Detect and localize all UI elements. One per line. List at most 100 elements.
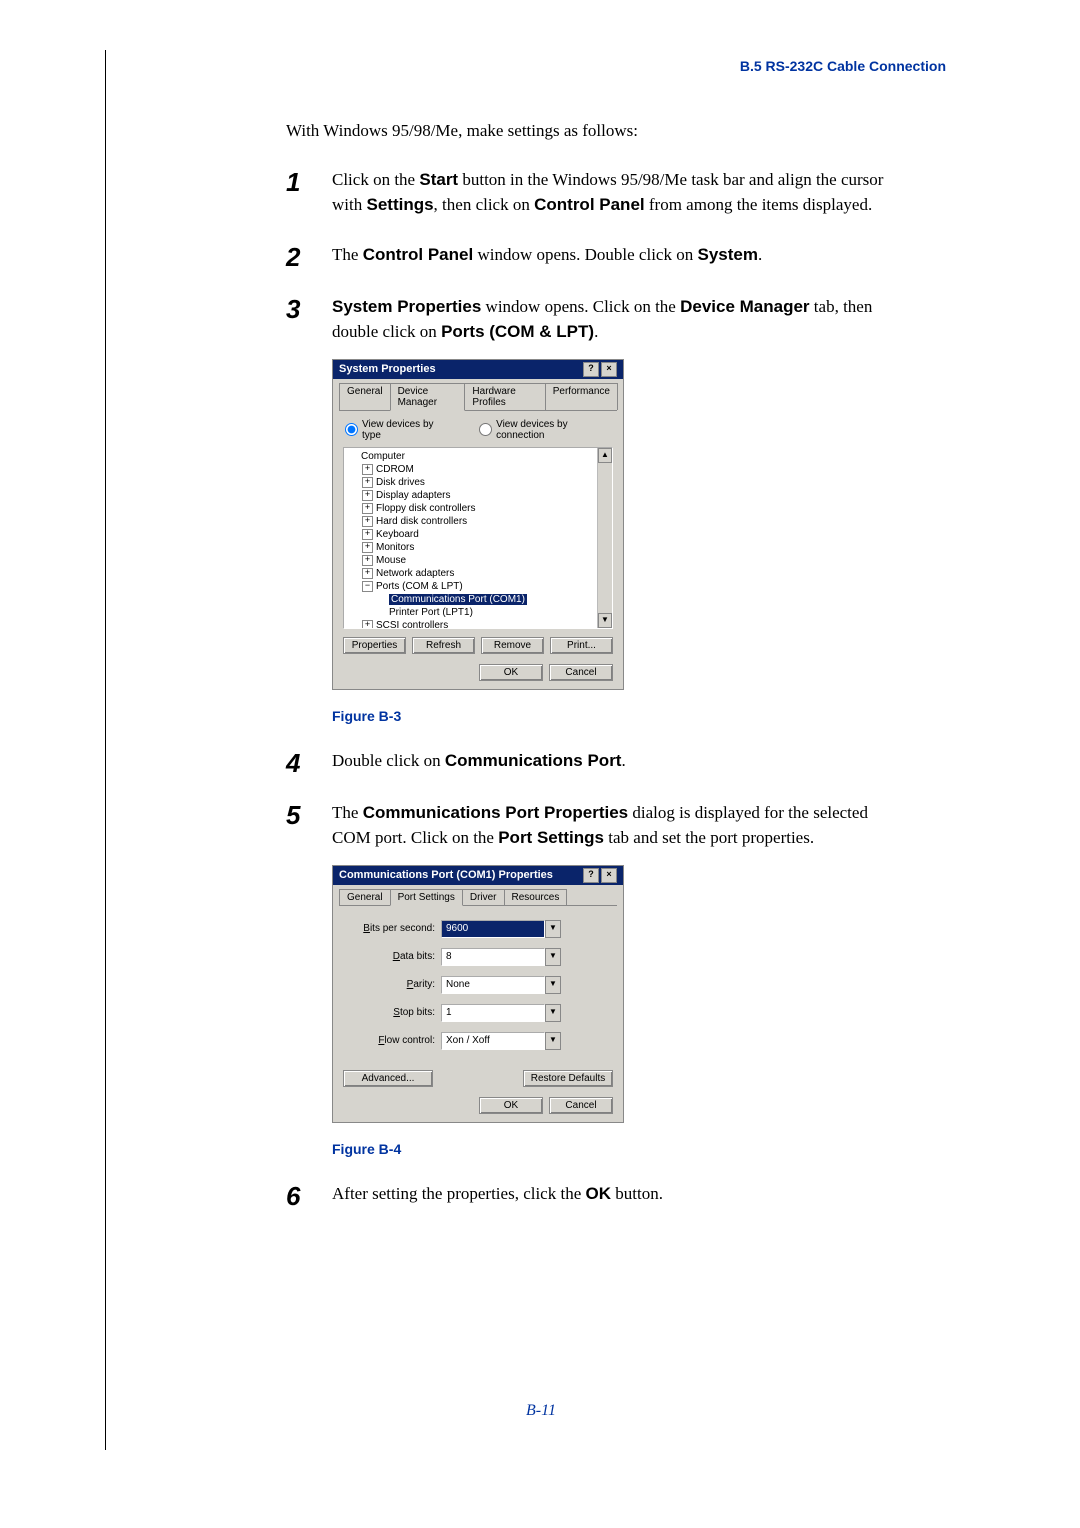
close-icon[interactable]: × <box>601 868 617 883</box>
text: . <box>594 322 598 341</box>
bold: Device Manager <box>680 297 809 316</box>
tree-item-ports[interactable]: Ports (COM & LPT) <box>376 581 463 592</box>
system-properties-dialog: System Properties ? × General Device Man… <box>332 359 624 690</box>
chevron-down-icon[interactable]: ▼ <box>545 1032 561 1050</box>
field-flow-control: Flow control: Xon / Xoff ▼ <box>343 1032 613 1050</box>
button-row: Properties Refresh Remove Print... <box>343 637 613 654</box>
bold: Communications Port <box>445 751 622 770</box>
figure-caption-b4: Figure B-4 <box>332 1141 976 1157</box>
field-label: Parity: <box>343 979 441 990</box>
tree-item[interactable]: Floppy disk controllers <box>376 503 475 514</box>
close-icon[interactable]: × <box>601 362 617 377</box>
scroll-down-icon[interactable]: ▼ <box>598 613 612 628</box>
text: . <box>621 751 625 770</box>
dialog-titlebar: System Properties ? × <box>333 360 623 379</box>
text: The <box>332 803 363 822</box>
tab-port-settings[interactable]: Port Settings <box>390 889 463 906</box>
text: tab and set the port properties. <box>604 828 814 847</box>
scrollbar[interactable]: ▲ ▼ <box>597 448 612 628</box>
chevron-down-icon[interactable]: ▼ <box>545 976 561 994</box>
text: . <box>758 245 762 264</box>
step-number: 2 <box>286 242 332 270</box>
expand-icon[interactable]: + <box>362 503 373 514</box>
expand-icon[interactable]: + <box>362 555 373 566</box>
bold: Start <box>419 170 458 189</box>
refresh-button[interactable]: Refresh <box>412 637 475 654</box>
field-label: Stop bits: <box>343 1007 441 1018</box>
step-text: The Communications Port Properties dialo… <box>332 800 892 851</box>
tree-item-lpt1[interactable]: Printer Port (LPT1) <box>389 607 473 618</box>
bold: OK <box>586 1184 612 1203</box>
help-icon[interactable]: ? <box>583 362 599 377</box>
collapse-icon[interactable]: − <box>362 581 373 592</box>
tree-item[interactable]: Network adapters <box>376 568 454 579</box>
tree-item[interactable]: Display adapters <box>376 490 450 501</box>
expand-icon[interactable]: + <box>362 529 373 540</box>
flow-control-select[interactable]: Xon / Xoff ▼ <box>441 1032 561 1050</box>
help-icon[interactable]: ? <box>583 868 599 883</box>
tab-device-manager[interactable]: Device Manager <box>390 383 466 411</box>
step-1: 1 Click on the Start button in the Windo… <box>286 167 976 218</box>
text: The <box>332 245 363 264</box>
scroll-up-icon[interactable]: ▲ <box>598 448 612 463</box>
tab-general[interactable]: General <box>339 889 391 905</box>
tree-item[interactable]: Keyboard <box>376 529 419 540</box>
print-button[interactable]: Print... <box>550 637 613 654</box>
step-number: 3 <box>286 294 332 322</box>
cancel-button[interactable]: Cancel <box>549 664 613 681</box>
data-bits-select[interactable]: 8 ▼ <box>441 948 561 966</box>
figure-caption-b3: Figure B-3 <box>332 708 976 724</box>
tab-performance[interactable]: Performance <box>545 383 618 410</box>
device-tree[interactable]: Computer +CDROM +Disk drives +Display ad… <box>343 447 613 629</box>
bold: System Properties <box>332 297 481 316</box>
expand-icon[interactable]: + <box>362 477 373 488</box>
tree-item-com1[interactable]: Communications Port (COM1) <box>389 594 527 605</box>
text: After setting the properties, click the <box>332 1184 586 1203</box>
tree-item[interactable]: SCSI controllers <box>376 620 448 629</box>
stop-bits-select[interactable]: 1 ▼ <box>441 1004 561 1022</box>
section-header: B.5 RS-232C Cable Connection <box>740 58 946 74</box>
step-6: 6 After setting the properties, click th… <box>286 1181 976 1209</box>
ok-button[interactable]: OK <box>479 1097 543 1114</box>
expand-icon[interactable]: + <box>362 568 373 579</box>
field-label: Flow control: <box>343 1035 441 1046</box>
ok-button[interactable]: OK <box>479 664 543 681</box>
tab-general[interactable]: General <box>339 383 391 410</box>
restore-defaults-button[interactable]: Restore Defaults <box>523 1070 613 1087</box>
expand-icon[interactable]: + <box>362 464 373 475</box>
expand-icon[interactable]: + <box>362 490 373 501</box>
bits-per-second-select[interactable]: 9600 ▼ <box>441 920 561 938</box>
radio-by-connection[interactable]: View devices by connection <box>479 419 611 441</box>
step-2: 2 The Control Panel window opens. Double… <box>286 242 976 270</box>
page-number: B-11 <box>106 1402 976 1420</box>
tree-item[interactable]: Mouse <box>376 555 406 566</box>
chevron-down-icon[interactable]: ▼ <box>545 1004 561 1022</box>
advanced-button[interactable]: Advanced... <box>343 1070 433 1087</box>
tree-item[interactable]: Hard disk controllers <box>376 516 467 527</box>
parity-select[interactable]: None ▼ <box>441 976 561 994</box>
radio-by-type[interactable]: View devices by type <box>345 419 449 441</box>
expand-icon[interactable]: + <box>362 516 373 527</box>
tree-root[interactable]: Computer <box>361 451 405 462</box>
tree-item[interactable]: CDROM <box>376 464 414 475</box>
chevron-down-icon[interactable]: ▼ <box>545 948 561 966</box>
expand-icon[interactable]: + <box>362 620 373 629</box>
tab-driver[interactable]: Driver <box>462 889 505 905</box>
tree-item[interactable]: Monitors <box>376 542 414 553</box>
step-text: Double click on Communications Port. <box>332 748 626 774</box>
text: button. <box>611 1184 663 1203</box>
properties-button[interactable]: Properties <box>343 637 406 654</box>
dialog-okcancel: OK Cancel <box>343 664 613 681</box>
remove-button[interactable]: Remove <box>481 637 544 654</box>
expand-icon[interactable]: + <box>362 542 373 553</box>
dialog-title: Communications Port (COM1) Properties <box>339 869 553 881</box>
port-settings-form: BBits per second:its per second: 9600 ▼ … <box>333 906 623 1066</box>
com-port-properties-dialog: Communications Port (COM1) Properties ? … <box>332 865 624 1123</box>
tab-hardware-profiles[interactable]: Hardware Profiles <box>464 383 545 410</box>
text: Double click on <box>332 751 445 770</box>
tree-item[interactable]: Disk drives <box>376 477 425 488</box>
bold: Control Panel <box>534 195 645 214</box>
cancel-button[interactable]: Cancel <box>549 1097 613 1114</box>
chevron-down-icon[interactable]: ▼ <box>545 920 561 938</box>
tab-resources[interactable]: Resources <box>504 889 568 905</box>
